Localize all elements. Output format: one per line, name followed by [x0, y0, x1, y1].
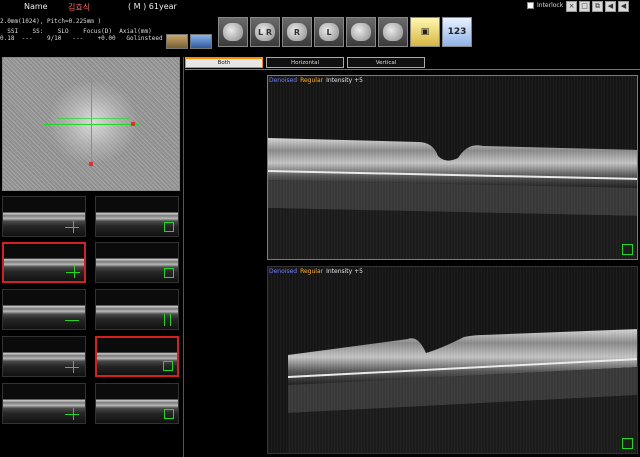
save-button[interactable]: ▣ — [410, 17, 440, 47]
image-grain — [268, 76, 637, 259]
bscan-thumbnail-3[interactable] — [2, 242, 86, 283]
right-eye-button[interactable]: R — [282, 17, 312, 47]
bscan-thumbnail-8[interactable] — [95, 336, 179, 377]
caption-intensity: Intensity +5 — [326, 77, 363, 84]
restore-icon[interactable]: ⧉ — [592, 1, 603, 12]
scan-stats-header: SSI SS: SLO Focus(D) Axial(mm) — [0, 28, 152, 35]
bscan-caption: Denoised Regular Intensity +5 — [269, 268, 363, 275]
patient-header: Name 김효식 ( M ) 61year 2.0mm(1024), Pitch… — [0, 0, 640, 55]
prev-icon[interactable]: ◀ — [605, 1, 616, 12]
image-tool-icon[interactable] — [166, 34, 188, 49]
scan-marker — [164, 409, 174, 419]
bscan-thumbnail-2[interactable] — [95, 196, 179, 237]
monitor-icon — [223, 23, 243, 41]
back-icon[interactable]: ◀ — [618, 1, 629, 12]
scan-marker — [74, 266, 75, 278]
image-compare-icon[interactable] — [190, 34, 212, 49]
view-tabs: Both Horizontal Vertical — [185, 57, 425, 68]
scan-marker — [65, 414, 79, 415]
bscan-thumbnail-10[interactable] — [95, 383, 179, 424]
save-icon: ▣ — [420, 27, 430, 37]
left-eye-button[interactable]: L — [314, 17, 344, 47]
report-button[interactable]: 123 — [442, 17, 472, 47]
scan-marker — [164, 268, 174, 278]
bscan-thumbnail-9[interactable] — [2, 383, 86, 424]
scan-marker — [164, 314, 165, 326]
patient-name-value: 김효식 — [68, 3, 91, 12]
window-controls: × □ ⧉ ◀ ◀ — [566, 1, 629, 12]
position-marker[interactable] — [622, 438, 633, 449]
bscan-thumbnail-5[interactable] — [2, 289, 86, 330]
caption-denoised: Denoised — [269, 268, 298, 275]
right-eye-icon: R — [287, 23, 307, 41]
mini-toolbar — [166, 34, 212, 49]
panel-divider — [183, 57, 184, 457]
scan-marker — [164, 222, 174, 232]
folder-button[interactable] — [378, 17, 408, 47]
scan-stats-values: 0.18 --- 9/10 --- +0.00 Golinsteed — [0, 35, 163, 42]
scan-marker — [73, 408, 74, 420]
fundus-image[interactable] — [2, 57, 180, 191]
both-eyes-button[interactable]: L R — [250, 17, 280, 47]
bscan-horizontal[interactable]: Denoised Regular Intensity +5 — [267, 75, 638, 260]
secondary-scan-line — [57, 118, 129, 119]
interlock-checkbox[interactable] — [527, 2, 534, 9]
caption-intensity: Intensity +5 — [326, 268, 363, 275]
left-eye-icon: L — [319, 23, 339, 41]
scan-marker — [66, 272, 80, 273]
caption-regular: Regular — [300, 268, 324, 275]
folder-icon — [383, 23, 403, 41]
maximize-icon[interactable]: □ — [579, 1, 590, 12]
tab-both[interactable]: Both — [185, 57, 263, 68]
settings-icon — [351, 23, 371, 41]
caption-regular: Regular — [300, 77, 324, 84]
scan-marker — [163, 361, 173, 371]
patient-sex-age: ( M ) 61year — [128, 2, 177, 11]
scan-marker — [65, 227, 79, 228]
main-toolbar: L R R L ▣ 123 — [218, 17, 472, 47]
settings-button[interactable] — [346, 17, 376, 47]
interlock-toggle[interactable]: Interlock — [527, 2, 563, 9]
tab-divider — [185, 69, 640, 70]
bscan-vertical[interactable]: Denoised Regular Intensity +5 — [267, 266, 638, 454]
position-marker[interactable] — [622, 244, 633, 255]
scan-marker — [73, 221, 74, 233]
bscan-thumbnail-6[interactable] — [95, 289, 179, 330]
tab-vertical[interactable]: Vertical — [347, 57, 425, 68]
image-grain — [268, 267, 637, 453]
report-icon: 123 — [447, 27, 467, 37]
interlock-label: Interlock — [537, 2, 564, 9]
horizontal-scan-line[interactable] — [43, 124, 139, 125]
caption-denoised: Denoised — [269, 77, 298, 84]
patient-name-label: Name — [24, 2, 48, 11]
tab-horizontal[interactable]: Horizontal — [266, 57, 344, 68]
close-icon[interactable]: × — [566, 1, 577, 12]
scan-marker — [65, 320, 79, 321]
scan-marker — [65, 367, 79, 368]
scan-marker — [73, 361, 74, 373]
monitor-button[interactable] — [218, 17, 248, 47]
scan-end-marker — [89, 162, 93, 166]
scan-marker — [170, 314, 171, 326]
scan-parameters: 2.0mm(1024), Pitch=0.225mm ) — [0, 18, 102, 25]
bscan-thumbnail-4[interactable] — [95, 242, 179, 283]
bscan-thumbnail-1[interactable] — [2, 196, 86, 237]
bscan-caption: Denoised Regular Intensity +5 — [269, 77, 363, 84]
both-eyes-icon: L R — [255, 23, 275, 41]
scan-end-marker — [131, 122, 135, 126]
bscan-thumbnail-7[interactable] — [2, 336, 86, 377]
